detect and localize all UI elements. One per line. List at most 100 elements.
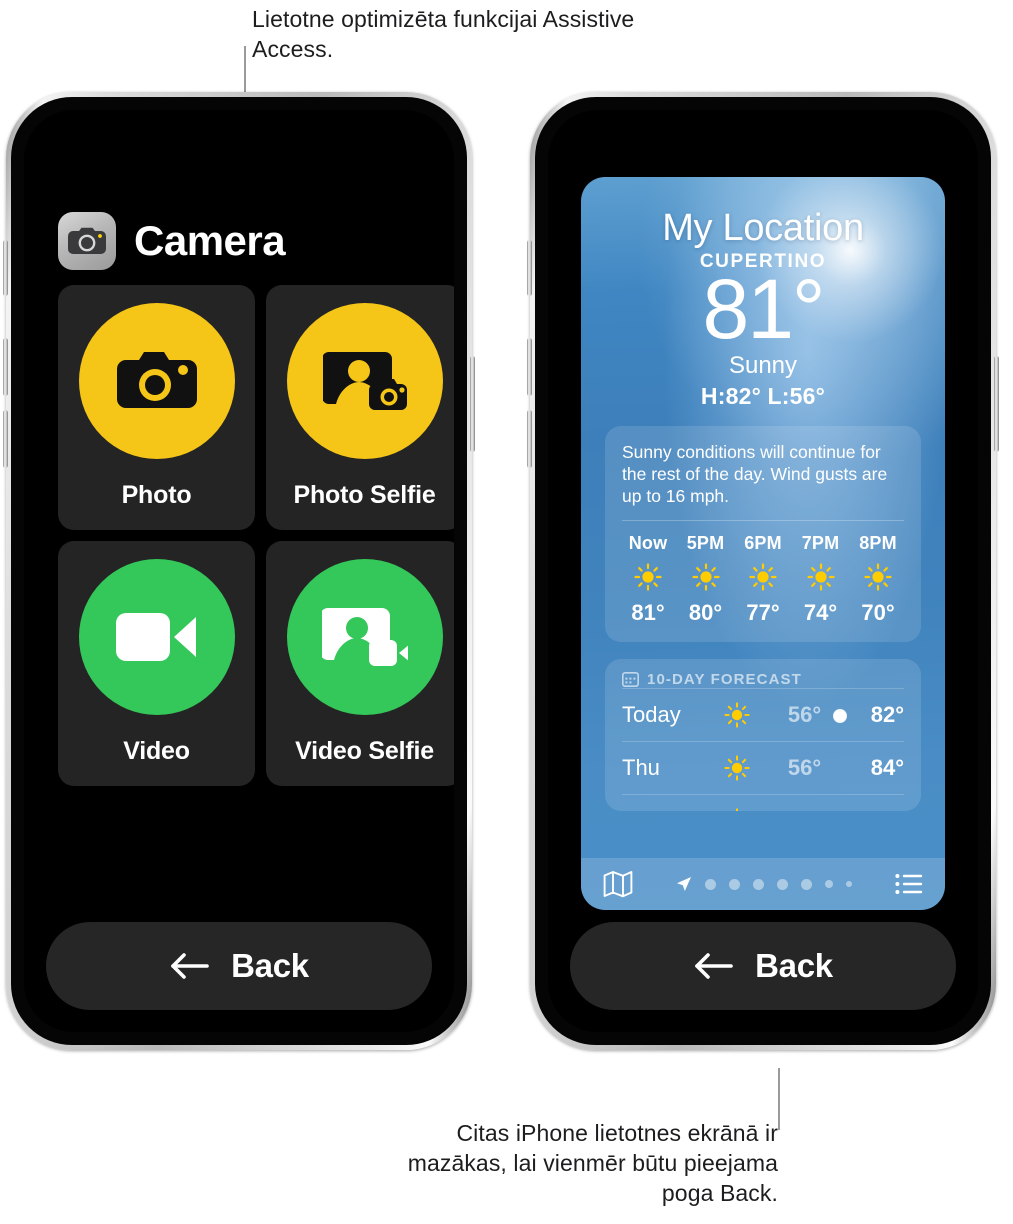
calendar-icon — [622, 672, 639, 688]
callout-bottom-text: Citas iPhone lietotnes ekrānā ir mazākas… — [407, 1120, 778, 1206]
photo-selfie-icon-circle — [286, 303, 443, 459]
page-dot[interactable] — [825, 880, 833, 888]
video-selfie-icon — [321, 608, 408, 666]
hourly-forecast-panel[interactable]: Sunny conditions will continue for the r… — [605, 426, 921, 643]
daily-day: Fri — [622, 808, 709, 811]
camera-mode-grid: Photo Photo Selfie Video Video Selfie — [58, 285, 454, 786]
tile-video-selfie-label: Video Selfie — [295, 737, 434, 765]
daily-forecast-row: Thu 56° 84° — [622, 741, 904, 794]
tile-video-selfie[interactable]: Video Selfie — [266, 541, 454, 786]
daily-icon-slot — [709, 702, 764, 728]
video-selfie-icon-circle — [286, 559, 443, 715]
back-button-left[interactable]: Back — [46, 922, 432, 1010]
weather-temperature: 81° — [702, 262, 825, 356]
camera-app-icon — [58, 212, 116, 270]
callout-top-text: Lietotne optimizēta funkcijai Assistive … — [252, 6, 635, 62]
page-dot[interactable] — [705, 878, 716, 890]
phone-screen: My Location CUPERTINO 81° Sunny H:82° L:… — [548, 110, 978, 1032]
location-arrow-icon[interactable] — [676, 876, 692, 892]
sun-icon — [634, 563, 662, 591]
phone-bezel: Camera Photo Photo Selfie Video Video Se… — [11, 97, 467, 1045]
tile-video[interactable]: Video — [58, 541, 255, 786]
action-button[interactable] — [3, 240, 8, 296]
daily-forecast-row: Fri 56° 85° — [622, 794, 904, 812]
sun-icon — [864, 563, 892, 591]
hourly-forecast-row: Now 81° 5PM 80° 6PM 77° 7PM 74° 8PM 70° — [622, 533, 904, 626]
list-bullet-icon[interactable] — [895, 873, 923, 895]
hourly-item: 7PM 74° — [795, 533, 847, 626]
daily-day: Today — [622, 702, 681, 728]
daily-low: 56° — [764, 808, 821, 811]
tile-photo-label: Photo — [121, 481, 192, 509]
arrow-left-icon — [171, 953, 209, 979]
camera-assistive-screen: Camera Photo Photo Selfie Video Video Se… — [24, 110, 454, 1032]
hourly-time: 7PM — [801, 533, 840, 554]
daily-forecast-panel[interactable]: 10-DAY FORECAST Today 56° 82° Thu 56° 84… — [605, 659, 921, 812]
power-button[interactable] — [994, 356, 999, 452]
weather-location-block: My Location CUPERTINO 81° Sunny H:82° L:… — [581, 207, 945, 410]
daily-high: 82° — [870, 702, 904, 728]
hourly-item: 8PM 70° — [852, 533, 904, 626]
volume-down-button[interactable] — [527, 410, 532, 468]
hourly-time: 5PM — [686, 533, 725, 554]
page-dot[interactable] — [729, 878, 740, 890]
sun-icon — [806, 563, 835, 591]
volume-up-button[interactable] — [3, 338, 8, 396]
volume-down-button[interactable] — [3, 410, 8, 468]
phone-screen: Camera Photo Photo Selfie Video Video Se… — [24, 110, 454, 1032]
phone-bezel: My Location CUPERTINO 81° Sunny H:82° L:… — [535, 97, 991, 1045]
back-button-left-label: Back — [231, 947, 309, 984]
hourly-item: 5PM 80° — [680, 533, 732, 626]
video-icon-circle — [78, 559, 235, 715]
page-dot[interactable] — [777, 878, 788, 890]
daily-high: 84° — [870, 755, 904, 781]
page-dot[interactable] — [753, 878, 764, 890]
weather-tabbar — [581, 858, 945, 910]
back-button-right-label: Back — [755, 947, 833, 984]
map-icon[interactable] — [603, 870, 633, 898]
action-button[interactable] — [527, 240, 532, 296]
sun-icon — [749, 563, 777, 591]
phone-left: Camera Photo Photo Selfie Video Video Se… — [3, 92, 475, 1050]
photo-icon-circle — [78, 303, 235, 459]
hourly-temp: 80° — [688, 600, 723, 626]
tile-photo-selfie[interactable]: Photo Selfie — [266, 285, 454, 530]
sun-icon — [735, 808, 738, 812]
forecast-section-header: 10-DAY FORECAST — [622, 671, 904, 688]
weather-summary-text: Sunny conditions will continue for the r… — [622, 442, 888, 507]
weather-condition: Sunny — [728, 352, 798, 380]
daily-low: 56° — [787, 702, 822, 728]
phone-right: My Location CUPERTINO 81° Sunny H:82° L:… — [527, 92, 999, 1050]
daily-high: 85° — [845, 808, 904, 811]
daily-icon-slot — [709, 808, 764, 812]
daily-low: 56° — [787, 755, 822, 781]
hourly-temp: 77° — [746, 600, 780, 626]
power-button[interactable] — [470, 356, 475, 452]
sun-icon — [724, 702, 750, 728]
volume-up-button[interactable] — [527, 338, 532, 396]
tile-video-label: Video — [123, 737, 190, 765]
daily-icon-slot — [709, 755, 764, 781]
forecast-section-label: 10-DAY FORECAST — [647, 671, 802, 689]
hourly-time: Now — [628, 533, 668, 554]
weather-app-card[interactable]: My Location CUPERTINO 81° Sunny H:82° L:… — [581, 177, 945, 910]
camera-app-icon-glyph — [68, 227, 106, 254]
page-dot[interactable] — [846, 881, 852, 887]
hourly-time: 6PM — [744, 533, 782, 554]
sun-icon — [691, 563, 720, 591]
hourly-temp: 70° — [861, 600, 895, 626]
page-dot[interactable] — [801, 878, 812, 890]
camera-icon — [116, 352, 197, 408]
back-button-right[interactable]: Back — [570, 922, 956, 1010]
hourly-temp: 74° — [803, 600, 838, 626]
daily-day: Thu — [622, 755, 660, 781]
tile-photo-selfie-label: Photo Selfie — [293, 481, 436, 509]
tile-photo[interactable]: Photo — [58, 285, 255, 530]
sun-icon — [724, 755, 750, 781]
arrow-left-icon — [695, 953, 733, 979]
hourly-item: Now 81° — [622, 533, 674, 626]
app-title: Camera — [134, 217, 286, 264]
weather-assistive-screen: My Location CUPERTINO 81° Sunny H:82° L:… — [548, 110, 978, 1032]
video-icon — [115, 613, 196, 661]
page-indicator[interactable] — [676, 876, 852, 892]
